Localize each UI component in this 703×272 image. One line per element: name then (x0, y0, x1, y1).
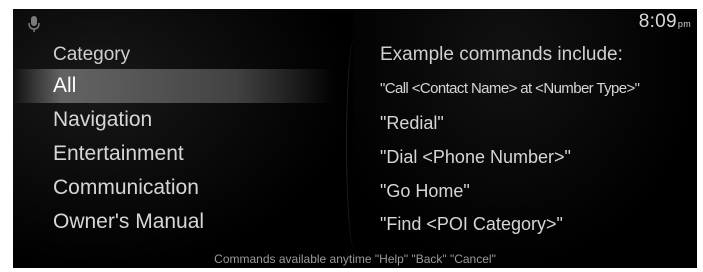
example-command: "Call <Contact Name> at <Number Type>" (380, 80, 640, 97)
category-item-entertainment[interactable]: Entertainment (13, 137, 333, 171)
voice-command-screen: 8:09pm Category All Navigation Entertain… (13, 9, 697, 268)
example-command: "Redial" (380, 113, 444, 133)
category-item-communication[interactable]: Communication (13, 171, 333, 205)
example-command: "Dial <Phone Number>" (380, 147, 571, 167)
panel-divider (346, 39, 363, 249)
footer-hint: Commands available anytime "Help" "Back"… (214, 252, 496, 266)
category-item-label: Entertainment (53, 142, 184, 165)
category-item-navigation[interactable]: Navigation (13, 103, 333, 137)
clock-ampm: pm (677, 19, 691, 29)
category-item-label: All (53, 74, 77, 97)
clock: 8:09pm (639, 11, 691, 33)
example-command: "Find <POI Category>" (380, 214, 563, 234)
clock-time: 8:09 (638, 11, 677, 32)
category-item-label: Owner's Manual (53, 210, 205, 233)
example-command: "Go Home" (380, 181, 470, 201)
category-item-label: Navigation (53, 108, 153, 131)
category-item-owners-manual[interactable]: Owner's Manual (13, 205, 333, 239)
category-item-all[interactable]: All (13, 69, 333, 103)
category-item-label: Communication (53, 176, 199, 199)
microphone-icon (28, 16, 40, 32)
category-header: Category (53, 44, 131, 65)
examples-header: Example commands include: (380, 44, 623, 65)
